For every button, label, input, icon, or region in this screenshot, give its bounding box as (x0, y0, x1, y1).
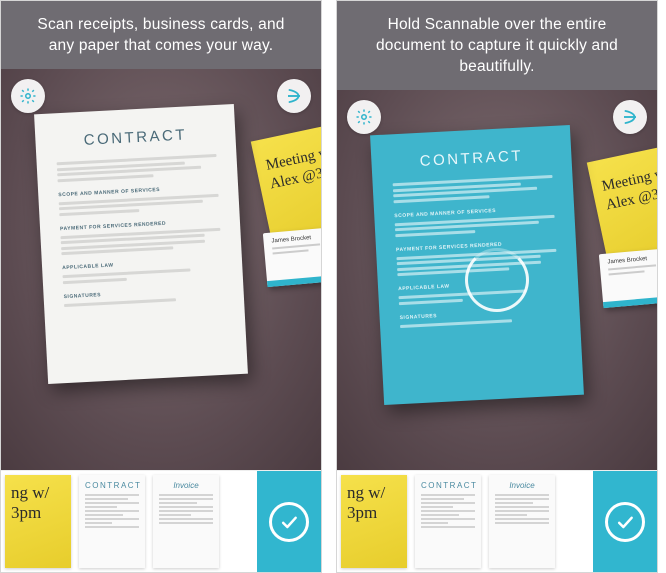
tray-thumb-invoice[interactable]: Invoice (149, 471, 223, 572)
gear-icon (19, 87, 37, 105)
camera-viewport[interactable]: Meeting w Alex @3p James Brocket CONTRAC… (337, 90, 657, 470)
instruction-banner: Hold Scannable over the entire document … (337, 1, 657, 90)
check-icon (605, 502, 645, 542)
sticky-thumb-line: ng w/ (11, 483, 67, 503)
instruction-banner: Scan receipts, business cards, and any p… (1, 1, 321, 69)
scan-tray: ng w/ 3pm CONTRACT Invoice (1, 470, 321, 572)
business-card-name: James Brocket (607, 252, 657, 265)
settings-button[interactable] (347, 100, 381, 134)
scan-tray: ng w/ 3pm CONTRACT Invoice (337, 470, 657, 572)
check-icon (269, 502, 309, 542)
document-title: CONTRACT (391, 146, 552, 171)
thumb-title: CONTRACT (85, 481, 139, 490)
thumb-title: CONTRACT (421, 481, 475, 490)
thumb-title: Invoice (159, 481, 213, 490)
scannable-logo-icon (621, 108, 639, 126)
tray-thumb-contract[interactable]: CONTRACT (411, 471, 485, 572)
doc-section: APPLICABLE LAW (62, 257, 222, 271)
doc-section: SIGNATURES (63, 285, 223, 299)
doc-section: SIGNATURES (399, 306, 559, 320)
settings-button[interactable] (11, 79, 45, 113)
screenshot-2: Hold Scannable over the entire document … (336, 0, 658, 573)
scannable-logo-icon (285, 87, 303, 105)
business-card: James Brocket (263, 225, 321, 287)
thumb-title: Invoice (495, 481, 549, 490)
gear-icon (355, 108, 373, 126)
document-contract: CONTRACT SCOPE AND MANNER OF SERVICES PA… (34, 104, 248, 384)
scannable-logo-button[interactable] (613, 100, 647, 134)
business-card: James Brocket (599, 246, 657, 308)
capture-spinner-icon (465, 248, 529, 312)
confirm-scans-button[interactable] (593, 471, 657, 572)
business-card-name: James Brocket (271, 231, 321, 244)
sticky-thumb-line: 3pm (347, 503, 403, 523)
sticky-thumb-line: ng w/ (347, 483, 403, 503)
tray-thumb-invoice[interactable]: Invoice (485, 471, 559, 572)
tray-thumb-contract[interactable]: CONTRACT (75, 471, 149, 572)
sticky-thumb-line: 3pm (11, 503, 67, 523)
camera-viewport[interactable]: Meeting w Alex @3p James Brocket CONTRAC… (1, 69, 321, 470)
scannable-logo-button[interactable] (277, 79, 311, 113)
document-title: CONTRACT (55, 125, 216, 150)
tray-thumb-sticky[interactable]: ng w/ 3pm (1, 471, 75, 572)
screenshot-1: Scan receipts, business cards, and any p… (0, 0, 322, 573)
confirm-scans-button[interactable] (257, 471, 321, 572)
tray-thumb-sticky[interactable]: ng w/ 3pm (337, 471, 411, 572)
